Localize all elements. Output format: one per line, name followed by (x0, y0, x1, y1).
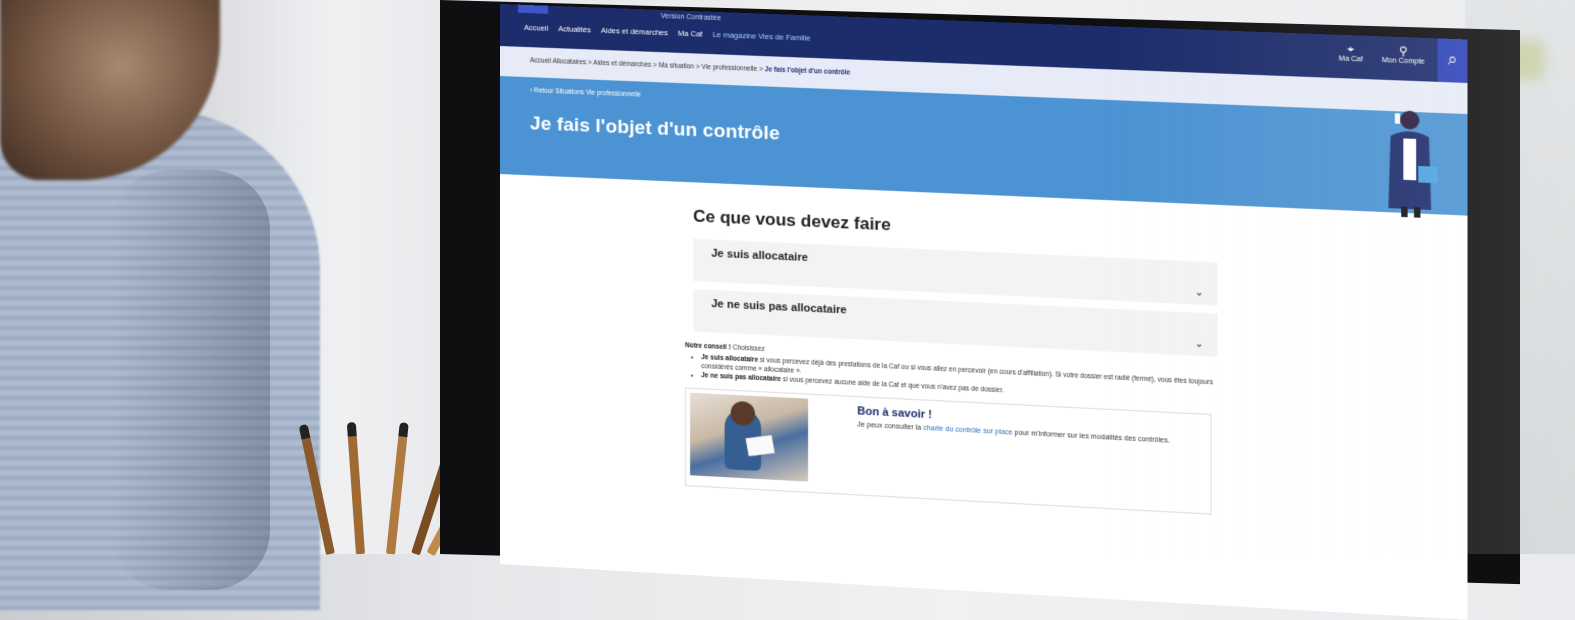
contrast-version-link[interactable]: Version Contrastée (661, 13, 721, 22)
menu-item-actualites[interactable]: Actualités (558, 24, 591, 34)
pencil (386, 434, 408, 555)
mon-compte-link[interactable]: ⚲ Mon Compte (1382, 45, 1425, 66)
search-button[interactable]: ⌕ (1437, 38, 1468, 83)
bullet-strong: Je suis allocataire (701, 353, 759, 364)
back-link[interactable]: ‹ Retour Situations Vie professionnelle (530, 87, 641, 98)
card-title: Bon à savoir ! (857, 405, 933, 422)
pencil (347, 433, 365, 555)
menu-item-aides[interactable]: Aides et démarches (601, 26, 668, 38)
breadcrumb-links[interactable]: Accueil Allocataires > Aides et démarche… (530, 57, 765, 73)
ma-caf-label: Ma Caf (1338, 55, 1363, 64)
advice-hint: Choisissez (732, 344, 765, 354)
chevron-down-icon: ⌄ (1195, 338, 1204, 349)
menu-item-accueil[interactable]: Accueil (524, 23, 548, 33)
menu-item-ma-caf[interactable]: Ma Caf (678, 29, 702, 39)
card-text: Je peux consulter la charte du contrôle … (857, 421, 1189, 445)
account-links: ⌖ Ma Caf ⚲ Mon Compte (1339, 43, 1425, 66)
menu-item-magazine[interactable]: Le magazine Vies de Famille (713, 30, 811, 43)
accordion-label: Je ne suis pas allocataire (711, 297, 847, 317)
chevron-down-icon: ⌄ (1195, 287, 1204, 298)
monitor-screen: Version Contrastée Accueil Actualités Ai… (500, 4, 1468, 620)
phone-person-illustration (1388, 110, 1438, 218)
mon-compte-label: Mon Compte (1381, 56, 1425, 66)
search-icon: ⌕ (1447, 51, 1458, 70)
main-menu: Accueil Actualités Aides et démarches Ma… (500, 22, 811, 43)
good-to-know-card: Bon à savoir ! Je peux consulter la char… (685, 387, 1212, 515)
main-content: Ce que vous devez faire Je suis allocata… (500, 174, 1468, 529)
card-text-after: pour m'informer sur les modalités des co… (1012, 429, 1170, 445)
bullet-strong: Je ne suis pas allocataire (701, 372, 781, 384)
paper-sheet (745, 435, 775, 457)
card-text-before: Je peux consulter la (857, 421, 924, 432)
advice-label: Notre conseil ! (685, 342, 731, 352)
back-link-label: Retour Situations Vie professionnelle (533, 87, 642, 99)
ma-caf-link[interactable]: ⌖ Ma Caf (1338, 43, 1363, 64)
woman-hair (730, 400, 756, 427)
accordion-label: Je suis allocataire (711, 247, 808, 265)
person-shade (110, 170, 270, 590)
breadcrumb-current: Je fais l'objet d'un contrôle (764, 66, 851, 77)
woman-reading-photo (690, 392, 809, 482)
brand-tab (517, 4, 549, 14)
location-pin-icon: ⌖ (1347, 43, 1355, 56)
page-title: Je fais l'objet d'un contrôle (529, 113, 780, 145)
charte-link[interactable]: charte du contrôle sur place (923, 425, 1012, 437)
